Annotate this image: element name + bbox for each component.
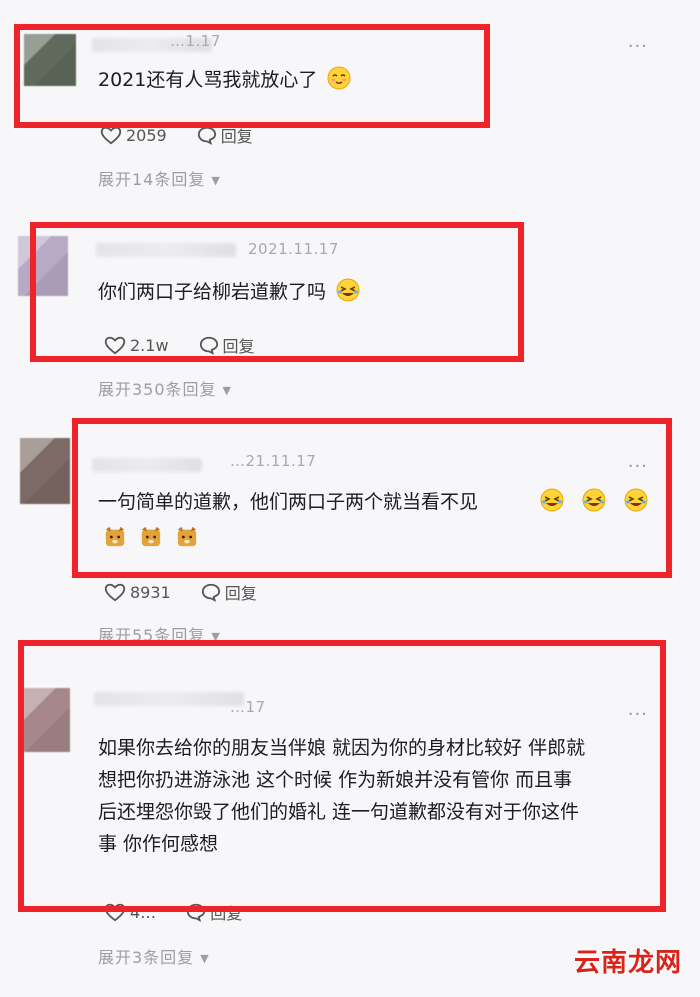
rolling-laugh-emoji-icon [582,488,606,512]
username[interactable] [96,243,236,257]
comment-text-line: 如果你去给你的朋友当伴娘 就因为你的身材比较好 伴郎就 [98,737,586,759]
avatar[interactable] [24,34,76,86]
comment-feed: …1.17 ··· 2021还有人骂我就放心了 2059 回复 展开14条回复 … [0,0,700,997]
like-count: 8931 [130,582,171,602]
comment-date: …17 [230,698,266,716]
heart-icon [104,902,126,922]
rolling-laugh-emoji-icon [540,488,564,512]
comment-actions: 2059 回复 [100,123,253,147]
reply-label: 回复 [224,584,257,603]
username[interactable] [92,458,202,472]
reply-button[interactable]: 回复 [199,333,255,357]
comment-actions: 8931 回复 [104,580,257,604]
reply-label: 回复 [220,127,253,146]
caret-down-icon: ▼ [222,384,233,397]
comment-text-content: 2021还有人骂我就放心了 [98,69,318,91]
dog-face-emoji-icon [105,526,125,547]
expand-replies[interactable]: 展开14条回复 ▼ [98,166,221,190]
like-button[interactable]: 4… [104,902,156,922]
comment-text-line: 想把你扔进游泳池 这个时候 作为新娘并没有管你 而且事 [98,769,573,791]
like-count: 2059 [126,125,167,145]
like-button[interactable]: 8931 [104,582,171,602]
reply-button[interactable]: 回复 [186,900,242,924]
comment-text-line: 事 你作何感想 [98,833,219,855]
blush-emoji-icon [327,66,351,90]
reply-icon [186,902,206,922]
more-options-icon[interactable]: ··· [628,36,648,57]
like-button[interactable]: 2.1w [104,335,169,355]
comment-text: 2021还有人骂我就放心了 [98,64,355,96]
avatar[interactable] [20,438,70,504]
expand-replies-label: 展开350条回复 [98,380,217,399]
expand-replies[interactable]: 展开350条回复 ▼ [98,376,232,400]
reply-icon [201,582,221,602]
more-options-icon[interactable]: ··· [628,704,648,725]
rolling-laugh-emoji-icon [624,488,648,512]
comment-actions: 4… 回复 [104,900,242,924]
dog-face-emoji-icon [141,526,161,547]
more-options-icon[interactable]: ··· [628,456,648,477]
watermark-logo: 云南龙网 [573,948,682,978]
dog-face-emoji-icon [177,526,197,547]
laugh-emoji-row [536,488,652,512]
comment-text: 一句简单的道歉，他们两口子两个就当看不见 [98,486,478,518]
like-button[interactable]: 2059 [100,125,167,145]
comment-text: 如果你去给你的朋友当伴娘 就因为你的身材比较好 伴郎就 想把你扔进游泳池 这个时… [98,732,658,860]
reply-icon [197,125,217,145]
expand-replies-label: 展开14条回复 [98,170,206,189]
comment-actions: 2.1w 回复 [104,333,255,357]
dog-emoji-row [104,526,198,548]
username[interactable] [94,692,244,706]
reply-label: 回复 [222,337,255,356]
heart-icon [104,335,126,355]
expand-replies[interactable]: 展开55条回复 ▼ [98,622,221,646]
comment-text: 你们两口子给柳岩道歉了吗 [98,276,364,308]
caret-down-icon: ▼ [211,174,221,187]
caret-down-icon: ▼ [200,952,210,965]
heart-icon [104,582,126,602]
avatar[interactable] [18,236,68,296]
comment-date: 2021.11.17 [248,240,339,258]
comment-date: …1.17 [170,32,221,50]
like-count: 4… [130,902,157,922]
comment-text-content: 一句简单的道歉，他们两口子两个就当看不见 [98,491,479,513]
caret-down-icon: ▼ [211,630,221,643]
comment-text-line: 后还埋怨你毁了他们的婚礼 连一句道歉都没有对于你这件 [98,801,580,823]
reply-icon [199,335,219,355]
reply-label: 回复 [210,904,243,923]
heart-icon [100,125,122,145]
reply-button[interactable]: 回复 [197,123,253,147]
comment-date: …21.11.17 [230,452,317,470]
expand-replies-label: 展开3条回复 [98,948,195,967]
reply-button[interactable]: 回复 [201,580,257,604]
expand-replies-label: 展开55条回复 [98,626,206,645]
avatar[interactable] [22,688,70,752]
rolling-laugh-emoji-icon [336,278,360,302]
expand-replies[interactable]: 展开3条回复 ▼ [98,944,210,968]
comment-text-content: 你们两口子给柳岩道歉了吗 [98,281,327,303]
like-count: 2.1w [130,335,169,355]
